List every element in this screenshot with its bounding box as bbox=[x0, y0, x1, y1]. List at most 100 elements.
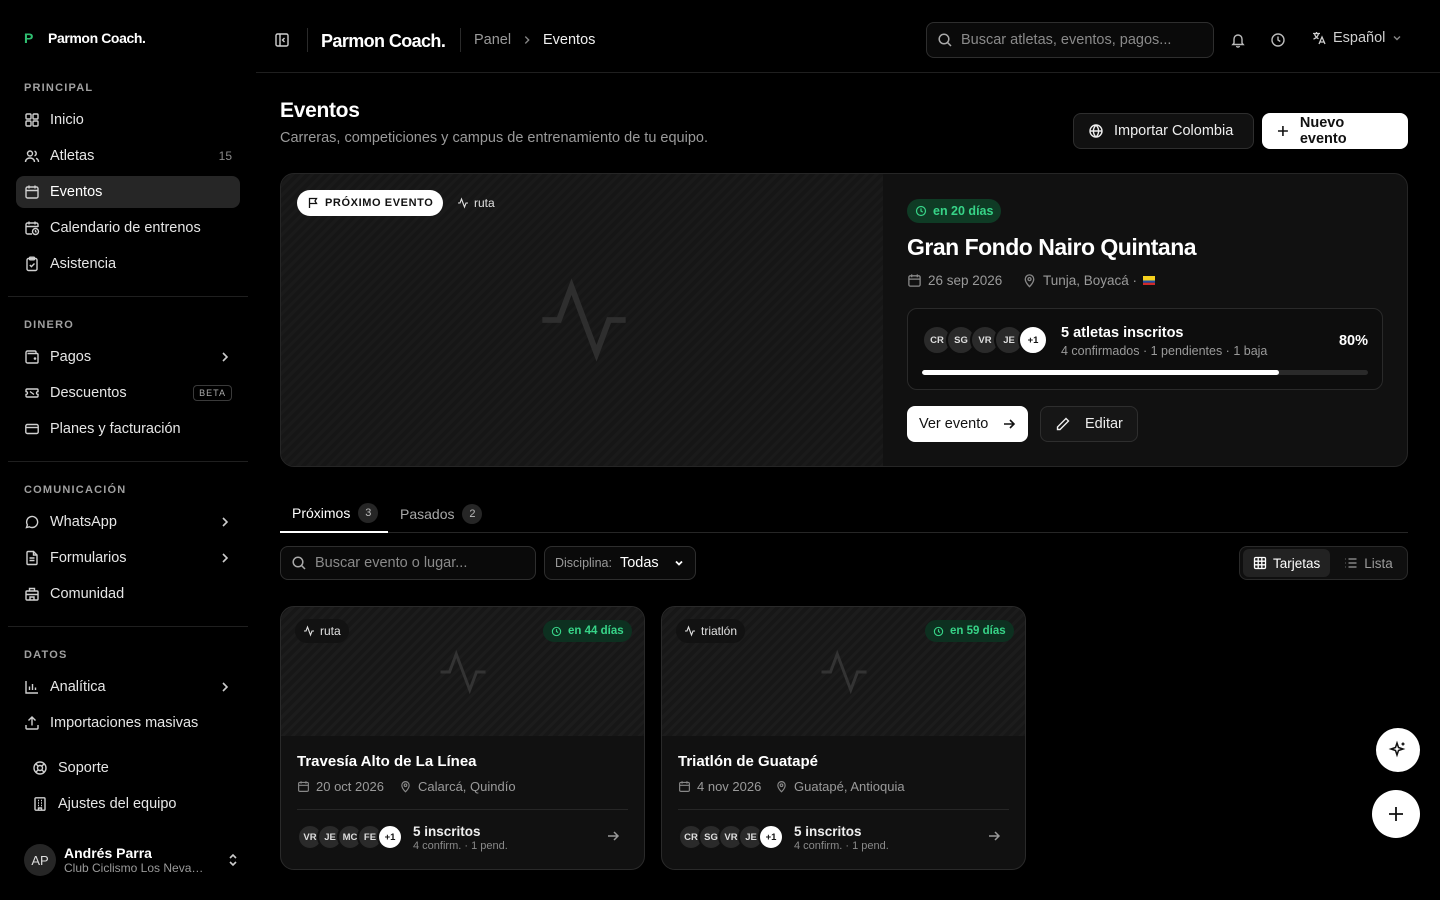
ai-assistant-button[interactable] bbox=[1376, 728, 1420, 772]
sidebar-item-ajustes[interactable]: Ajustes del equipo bbox=[24, 788, 240, 820]
sidebar-divider bbox=[8, 296, 248, 297]
sidebar-item-label: Descuentos bbox=[50, 385, 127, 401]
sidebar-item-label: Inicio bbox=[50, 112, 84, 128]
language-label: Español bbox=[1333, 30, 1386, 46]
activity-icon bbox=[440, 649, 486, 695]
athletes-count-label: 5 atletas inscritos bbox=[1061, 325, 1184, 341]
event-search[interactable] bbox=[280, 546, 536, 580]
featured-event-title: Gran Fondo Nairo Quintana bbox=[907, 234, 1197, 260]
location-text: Guatapé, Antioquia bbox=[794, 779, 905, 794]
sidebar-item-atletas[interactable]: Atletas 15 bbox=[16, 140, 240, 172]
brand-logo: P bbox=[24, 30, 34, 46]
sidebar-item-inicio[interactable]: Inicio bbox=[16, 104, 240, 136]
sidebar-item-whatsapp[interactable]: WhatsApp bbox=[16, 506, 240, 538]
clock-icon[interactable] bbox=[1270, 32, 1286, 48]
attendance-summary[interactable]: CR SG VR JE +1 5 atletas inscritos 4 con… bbox=[907, 308, 1383, 390]
sidebar-item-asistencia[interactable]: Asistencia bbox=[16, 248, 240, 280]
ticket-icon bbox=[25, 388, 39, 398]
map-pin-icon bbox=[777, 781, 786, 793]
event-location: Calarcá, Quindío bbox=[399, 779, 516, 794]
progress-fill bbox=[922, 370, 1279, 375]
sidebar-item-label: Pagos bbox=[50, 349, 92, 365]
search-input[interactable] bbox=[961, 32, 1201, 48]
tab-proximos[interactable]: Próximos 3 bbox=[280, 495, 388, 533]
sidebar-item-comunidad[interactable]: Comunidad bbox=[16, 578, 240, 610]
sidebar-item-eventos[interactable]: Eventos bbox=[16, 176, 240, 208]
map-pin-icon bbox=[401, 781, 410, 793]
global-search[interactable] bbox=[926, 22, 1214, 58]
upload-icon bbox=[25, 716, 39, 730]
bell-icon[interactable] bbox=[1230, 32, 1246, 48]
sidebar-item-planes[interactable]: Planes y facturación bbox=[16, 413, 240, 445]
activity-icon bbox=[542, 278, 626, 362]
divider bbox=[460, 28, 461, 52]
calendar-icon bbox=[298, 781, 309, 792]
chevron-right-icon bbox=[222, 553, 229, 563]
sidebar-item-label: WhatsApp bbox=[50, 514, 117, 530]
building-icon bbox=[34, 797, 46, 811]
sidebar-item-calendario[interactable]: Calendario de entrenos bbox=[16, 212, 240, 244]
table-grid-icon bbox=[1253, 556, 1267, 570]
breadcrumb-current: Eventos bbox=[543, 32, 596, 48]
calendar-clock-icon bbox=[25, 221, 40, 236]
sidebar-item-descuentos[interactable]: Descuentos BETA bbox=[16, 377, 240, 409]
date-text: 26 sep 2026 bbox=[928, 273, 1003, 288]
sidebar-item-importaciones[interactable]: Importaciones masivas bbox=[16, 707, 240, 739]
quick-add-button[interactable] bbox=[1372, 790, 1420, 838]
sidebar-item-formularios[interactable]: Formularios bbox=[16, 542, 240, 574]
sparkles-icon bbox=[1388, 740, 1406, 758]
import-colombia-button[interactable]: Importar Colombia bbox=[1073, 113, 1254, 149]
discipline-filter[interactable]: Disciplina: Todas bbox=[544, 546, 696, 580]
calendar-icon bbox=[908, 274, 921, 287]
chevron-right-icon bbox=[222, 682, 229, 692]
map-pin-icon bbox=[1024, 274, 1035, 288]
section-dinero: DINERO bbox=[24, 319, 74, 331]
user-menu[interactable]: AP Andrés Parra Club Ciclismo Los Nevado… bbox=[24, 840, 240, 880]
discipline-filter-label: Disciplina: bbox=[555, 556, 612, 570]
sidebar-item-analitica[interactable]: Analítica bbox=[16, 671, 240, 703]
athlete-avatars: CR SG VR JE +1 bbox=[922, 325, 1048, 355]
view-event-button[interactable]: Ver evento bbox=[907, 406, 1029, 442]
event-search-input[interactable] bbox=[315, 555, 515, 571]
date-text: 20 oct 2026 bbox=[316, 779, 384, 794]
event-card[interactable]: ruta en 44 días Travesía Alto de La Líne… bbox=[280, 606, 645, 870]
view-cards-label: Tarjetas bbox=[1273, 555, 1321, 571]
wallet-icon bbox=[25, 350, 39, 364]
new-event-button[interactable]: Nuevo evento bbox=[1262, 113, 1408, 149]
grid-icon bbox=[25, 113, 39, 127]
sidebar-item-label: Ajustes del equipo bbox=[58, 796, 177, 812]
new-event-label: Nuevo evento bbox=[1299, 115, 1347, 147]
tab-pasados[interactable]: Pasados 2 bbox=[400, 495, 483, 533]
sidebar-item-label: Atletas bbox=[50, 148, 95, 164]
discipline-badge: ruta bbox=[449, 191, 503, 215]
credit-card-icon bbox=[25, 423, 39, 435]
topbar-brand[interactable]: Parmon Coach. bbox=[321, 31, 446, 52]
view-list-option[interactable]: Lista bbox=[1334, 549, 1403, 577]
next-event-badge: PRÓXIMO EVENTO bbox=[297, 190, 444, 216]
arrow-right-icon[interactable] bbox=[987, 829, 1001, 843]
event-title: Triatlón de Guatapé bbox=[678, 753, 819, 770]
sidebar-brand[interactable]: P Parmon Coach. bbox=[24, 30, 146, 46]
event-date: 20 oct 2026 bbox=[297, 779, 384, 794]
sidebar-toggle-icon[interactable] bbox=[274, 32, 290, 48]
view-toggle: Tarjetas Lista bbox=[1239, 546, 1408, 580]
activity-icon bbox=[821, 649, 867, 695]
view-cards-option[interactable]: Tarjetas bbox=[1243, 549, 1331, 577]
sidebar-item-soporte[interactable]: Soporte bbox=[24, 752, 240, 784]
arrow-right-icon[interactable] bbox=[606, 829, 620, 843]
countdown-label: en 44 días bbox=[568, 625, 624, 637]
language-select[interactable]: Español bbox=[1311, 30, 1403, 46]
breadcrumb-panel[interactable]: Panel bbox=[474, 32, 511, 48]
translate-icon bbox=[1313, 32, 1326, 45]
edit-event-button[interactable]: Editar bbox=[1040, 406, 1138, 442]
sidebar-item-pagos[interactable]: Pagos bbox=[16, 341, 240, 373]
clipboard-check-icon bbox=[26, 256, 38, 272]
users-icon bbox=[24, 150, 40, 163]
sidebar-item-label: Asistencia bbox=[50, 256, 117, 272]
event-card[interactable]: triatlón en 59 días Triatlón de Guatapé … bbox=[661, 606, 1026, 870]
registered-count: 5 inscritos bbox=[413, 824, 481, 839]
discipline-badge: triatlón bbox=[676, 619, 746, 643]
chat-bubble-icon bbox=[25, 515, 39, 529]
countdown-badge: en 20 días bbox=[907, 199, 1002, 223]
section-datos: DATOS bbox=[24, 649, 68, 661]
